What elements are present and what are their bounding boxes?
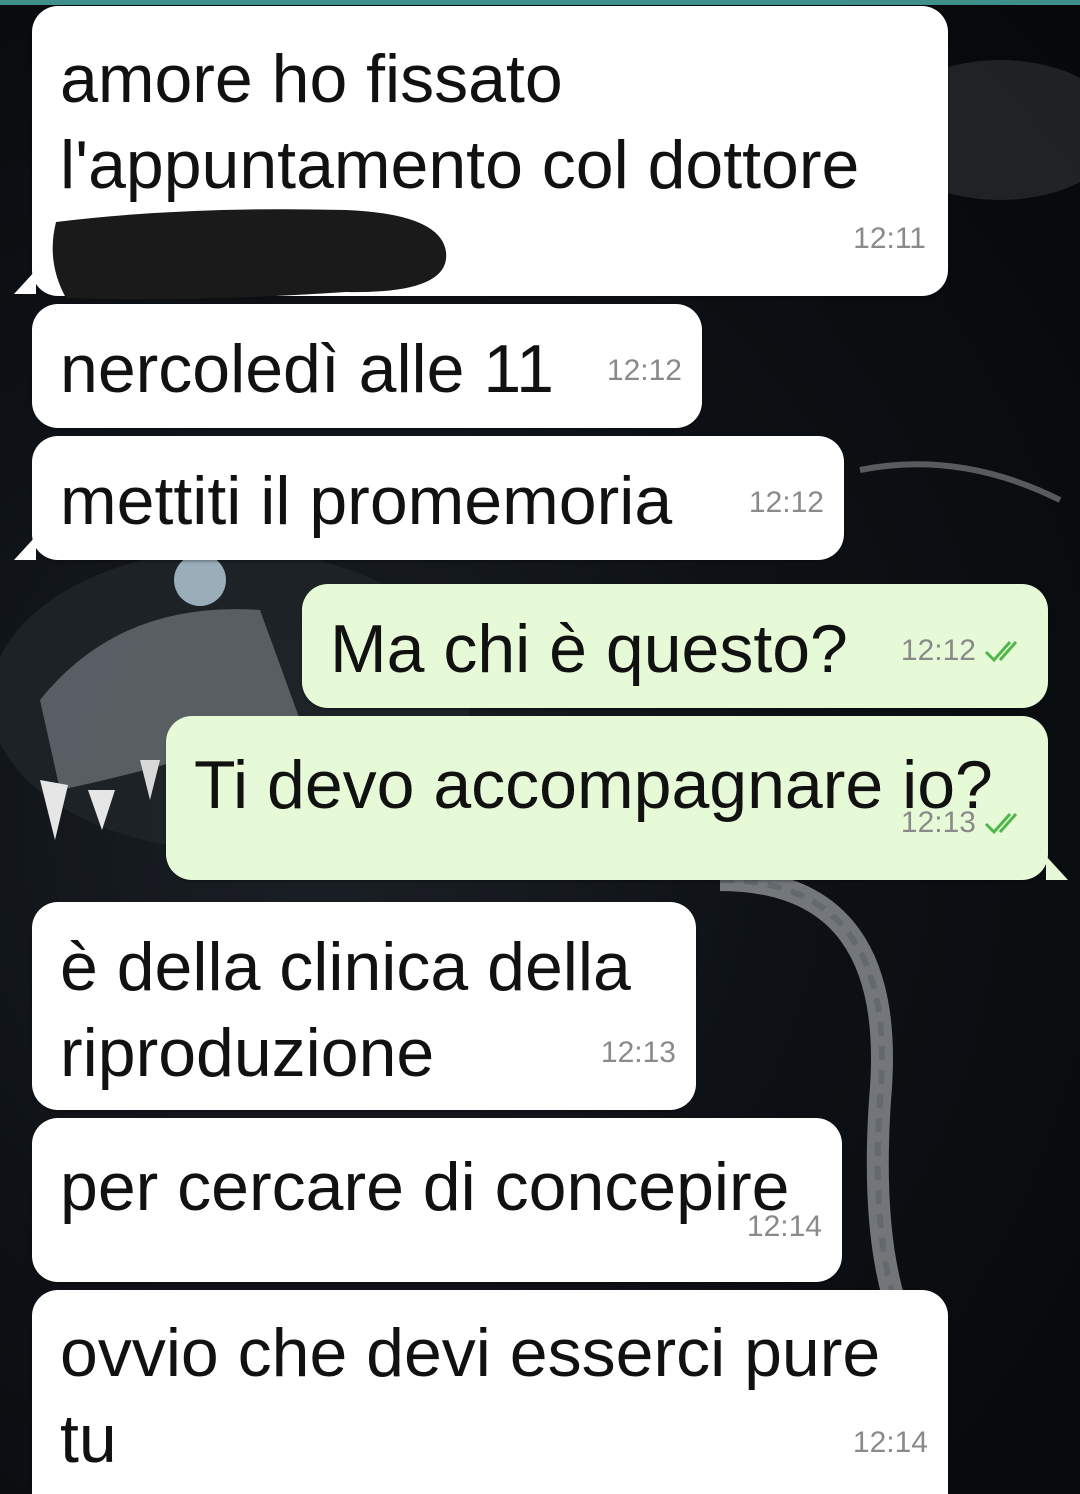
message-text: amore ho fissato l'appuntamento col dotto… xyxy=(60,36,859,208)
message-line: ovvio che devi esserci pure xyxy=(60,1315,881,1391)
message-time: 12:14 xyxy=(746,1210,822,1243)
message-line: l'appuntamento col dottore xyxy=(60,127,860,203)
message-text: per cercare di concepire xyxy=(60,1144,789,1230)
double-check-icon xyxy=(984,813,1018,835)
message-line: mettiti il promemoria xyxy=(60,463,673,539)
message-text: Ti devo accompagnare io? xyxy=(194,742,993,828)
message-bubble-incoming[interactable]: è della clinica della riproduzione 12:13 xyxy=(32,902,696,1110)
message-line: amore ho fissato xyxy=(60,41,563,117)
message-bubble-incoming[interactable]: ovvio che devi esserci pure tu 12:14 xyxy=(32,1290,948,1494)
message-line: Ti devo accompagnare io? xyxy=(194,747,993,823)
message-line: riproduzione xyxy=(60,1015,435,1091)
message-meta: 12:12 xyxy=(749,460,824,546)
message-meta: 12:14 xyxy=(853,1400,928,1486)
message-bubble-incoming[interactable]: mettiti il promemoria 12:12 xyxy=(32,436,844,560)
message-meta: 12:12 xyxy=(607,328,682,414)
bubble-tail-incoming xyxy=(14,270,36,294)
message-time: 12:14 xyxy=(852,1426,928,1459)
message-time: 12:12 xyxy=(606,354,682,387)
message-text: nercoledì alle 11 xyxy=(60,326,554,412)
message-bubble-incoming[interactable]: amore ho fissato l'appuntamento col dotto… xyxy=(32,6,948,300)
wallpaper-fish-fin xyxy=(859,461,1062,503)
message-time: 12:13 xyxy=(600,1036,676,1069)
message-bubble-outgoing[interactable]: Ti devo accompagnare io? 12:13 xyxy=(166,716,1048,880)
message-meta: 12:11 xyxy=(853,196,926,282)
message-line: nercoledì alle 11 xyxy=(60,331,554,407)
bubble-tail-outgoing xyxy=(1046,856,1068,880)
message-time: 12:12 xyxy=(748,486,824,519)
message-time: 12:12 xyxy=(900,634,976,667)
message-meta: 12:13 xyxy=(601,1010,676,1096)
message-bubble-incoming[interactable]: per cercare di concepire 12:14 xyxy=(32,1118,842,1282)
message-text: mettiti il promemoria xyxy=(60,458,672,544)
message-time: 12:13 xyxy=(900,806,976,839)
message-line: è della clinica della xyxy=(60,929,631,1005)
message-meta: 12:13 xyxy=(901,780,1028,866)
wallpaper-fish-tooth xyxy=(40,780,68,840)
message-line: Ma chi è questo? xyxy=(330,611,848,687)
message-time: 12:11 xyxy=(853,222,926,255)
message-line: per cercare di concepire xyxy=(60,1149,790,1225)
message-text: è della clinica della riproduzione xyxy=(60,924,631,1096)
wallpaper-fish-eye xyxy=(174,554,226,606)
bubble-tail-incoming xyxy=(14,536,36,560)
message-bubble-outgoing[interactable]: Ma chi è questo? 12:12 xyxy=(302,584,1048,708)
redaction-scribble xyxy=(52,209,447,300)
message-line: tu xyxy=(60,1401,117,1477)
message-meta: 12:14 xyxy=(747,1184,822,1270)
message-text: Ma chi è questo? xyxy=(330,606,848,692)
message-meta: 12:12 xyxy=(901,608,1028,694)
double-check-icon xyxy=(984,641,1018,663)
message-text: ovvio che devi esserci pure tu xyxy=(60,1310,880,1482)
message-bubble-incoming[interactable]: nercoledì alle 11 12:12 xyxy=(32,304,702,428)
